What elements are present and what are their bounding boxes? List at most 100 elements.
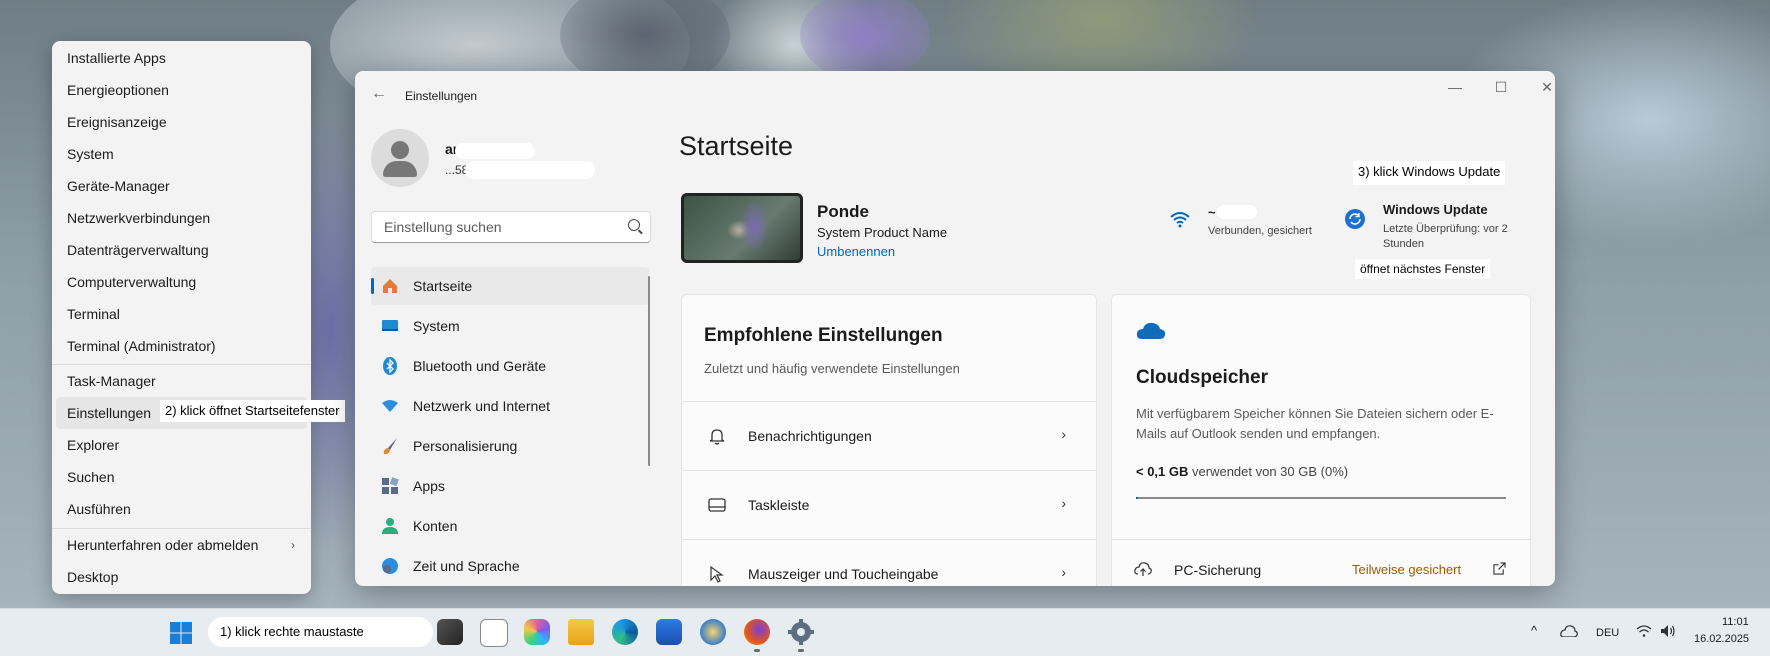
recommended-row-mouse[interactable]: Mauszeiger und Toucheingabe › <box>682 539 1096 586</box>
pc-backup-label: PC-Sicherung <box>1174 562 1262 578</box>
bell-icon <box>709 429 725 445</box>
windows-update-title[interactable]: Windows Update <box>1383 202 1488 217</box>
wifi-tray-icon[interactable] <box>1636 624 1652 638</box>
store-icon[interactable] <box>656 619 682 645</box>
redaction-scribble <box>455 143 535 159</box>
nav-item-label: Apps <box>413 478 445 494</box>
user-icon-body <box>383 161 417 177</box>
menu-item-disk-management[interactable]: Datenträgerverwaltung <box>52 234 311 266</box>
cloud-description: Mit verfügbarem Speicher können Sie Date… <box>1136 406 1494 441</box>
recommended-row-label: Mauszeiger und Toucheingabe <box>748 566 939 582</box>
cloud-title: Cloudspeicher <box>1136 367 1268 388</box>
input-language-indicator[interactable]: DEU <box>1596 627 1619 639</box>
menu-item-terminal[interactable]: Terminal <box>52 298 311 330</box>
menu-item-desktop[interactable]: Desktop <box>52 561 311 593</box>
redaction-scribble <box>465 161 595 179</box>
nav-item-time-language[interactable]: Zeit und Sprache <box>371 547 649 585</box>
menu-item-network-connections[interactable]: Netzwerkverbindungen <box>52 202 311 234</box>
running-indicator <box>754 649 760 652</box>
copilot-icon[interactable] <box>524 619 550 645</box>
account-icon <box>382 518 398 534</box>
settings-search-box[interactable] <box>371 211 651 243</box>
menu-item-task-manager[interactable]: Task-Manager <box>52 365 311 397</box>
nav-item-personalization[interactable]: Personalisierung <box>371 427 649 465</box>
rename-link[interactable]: Umbenennen <box>817 244 895 259</box>
menu-item-installed-apps[interactable]: Installierte Apps <box>52 42 311 74</box>
nav-item-label: System <box>413 318 460 334</box>
menu-item-device-manager[interactable]: Geräte-Manager <box>52 170 311 202</box>
menu-item-system[interactable]: System <box>52 138 311 170</box>
nav-item-network[interactable]: Netzwerk und Internet <box>371 387 649 425</box>
back-arrow-icon[interactable]: ← <box>371 85 387 103</box>
nav-item-apps[interactable]: Apps <box>371 467 649 505</box>
menu-item-run[interactable]: Ausführen <box>52 493 311 525</box>
device-wallpaper-thumbnail <box>681 193 803 263</box>
menu-item-shutdown[interactable]: Herunterfahren oder abmelden › <box>52 529 311 561</box>
firefox-icon[interactable] <box>744 619 770 645</box>
nav-item-label: Bluetooth und Geräte <box>413 358 547 374</box>
menu-item-explorer[interactable]: Explorer <box>52 429 311 461</box>
nav-item-accounts[interactable]: Konten <box>371 507 649 545</box>
nav-item-system[interactable]: System <box>371 307 649 345</box>
windows-start-icon[interactable] <box>169 621 193 645</box>
nav-item-startseite[interactable]: Startseite <box>371 267 649 305</box>
windows-update-last-check: Letzte Überprüfung: vor 2 Stunden <box>1383 223 1508 250</box>
nav-scrollbar[interactable] <box>648 276 650 466</box>
cloud-usage-bar <box>1136 497 1506 499</box>
minimize-button[interactable]: — <box>1435 79 1475 95</box>
apps-icon <box>382 477 399 494</box>
settings-window: ← Einstellungen — ☐ ✕ an... ...58@gm... … <box>355 71 1555 586</box>
annotation-step-3-note: öffnet nächstes Fenster <box>1355 259 1491 279</box>
nav-item-bluetooth[interactable]: Bluetooth und Geräte <box>371 347 649 385</box>
cloud-used-amount: < 0,1 GB <box>1136 464 1189 479</box>
clock-date[interactable]: 16.02.2025 <box>1694 633 1749 645</box>
task-view-icon[interactable] <box>437 619 463 645</box>
maximize-button[interactable]: ☐ <box>1481 79 1521 96</box>
close-button[interactable]: ✕ <box>1527 79 1555 96</box>
taskbar-search-box[interactable]: 1) klick rechte maustaste <box>208 617 433 647</box>
clock-time[interactable]: 11:01 <box>1722 616 1749 628</box>
menu-item-terminal-admin[interactable]: Terminal (Administrator) <box>52 330 311 362</box>
nav-item-label: Netzwerk und Internet <box>413 398 550 414</box>
edge-icon[interactable] <box>612 619 638 645</box>
volume-icon[interactable] <box>1660 624 1676 638</box>
recommended-row-label: Taskleiste <box>748 497 810 513</box>
menu-item-event-viewer[interactable]: Ereignisanzeige <box>52 106 311 138</box>
chevron-right-icon: › <box>1061 426 1066 442</box>
cloud-usage-fill <box>1136 497 1138 499</box>
settings-search-input[interactable] <box>382 218 616 236</box>
tray-overflow-chevron-icon[interactable]: ^ <box>1531 623 1537 638</box>
network-status: Verbunden, gesichert <box>1208 225 1312 237</box>
external-link-icon[interactable] <box>1493 562 1506 575</box>
recommended-title: Empfohlene Einstellungen <box>704 325 943 346</box>
recommended-row-notifications[interactable]: Benachrichtigungen › <box>682 401 1096 470</box>
page-title: Startseite <box>679 131 794 161</box>
cloud-storage-card: Cloudspeicher Mit verfügbarem Speicher k… <box>1111 294 1531 586</box>
menu-item-computer-management[interactable]: Computerverwaltung <box>52 266 311 298</box>
cloud-used-suffix: verwendet von 30 GB (0%) <box>1192 464 1349 479</box>
file-explorer-icon[interactable] <box>568 619 594 645</box>
solitaire-icon[interactable] <box>480 619 508 647</box>
pc-backup-status[interactable]: Teilweise gesichert <box>1352 562 1461 577</box>
wifi-icon[interactable] <box>1169 209 1191 231</box>
avatar[interactable] <box>371 129 429 187</box>
annotation-step-2: 2) klick öffnet Startseitefenster <box>160 400 345 422</box>
menu-item-power-options[interactable]: Energieoptionen <box>52 74 311 106</box>
cloud-upload-icon <box>1134 562 1152 576</box>
menu-item-search[interactable]: Suchen <box>52 461 311 493</box>
device-model: System Product Name <box>817 225 948 240</box>
recommended-row-taskbar[interactable]: Taskleiste › <box>682 470 1096 539</box>
annotation-step-3: 3) klick Windows Update <box>1353 161 1506 185</box>
app-icon[interactable] <box>700 619 726 645</box>
cursor-icon <box>710 565 724 583</box>
pc-backup-row[interactable]: PC-Sicherung Teilweise gesichert <box>1112 539 1530 586</box>
nav-item-label: Startseite <box>413 278 473 294</box>
settings-gear-icon[interactable] <box>788 619 814 645</box>
onedrive-tray-icon[interactable] <box>1560 625 1578 637</box>
chevron-right-icon: › <box>1061 564 1066 580</box>
network-name[interactable]: ~ <box>1208 205 1216 220</box>
windows-update-icon[interactable] <box>1345 209 1365 229</box>
search-icon[interactable] <box>628 219 640 231</box>
recommended-settings-card: Empfohlene Einstellungen Zuletzt und häu… <box>681 294 1097 586</box>
cloud-usage: < 0,1 GB verwendet von 30 GB (0%) <box>1136 464 1348 479</box>
